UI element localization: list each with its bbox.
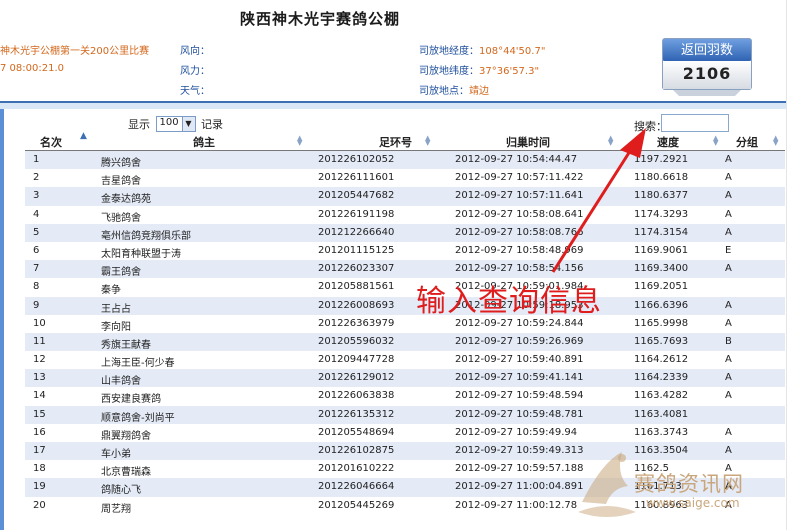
watermark-site-name: 赛鸽资讯网 [634, 472, 744, 496]
annotation-text: 输入查询信息 [416, 284, 602, 319]
watermark-url: www.saige.com [646, 496, 740, 510]
pigeon-logo-icon [578, 452, 636, 517]
annotation-arrow-line [551, 147, 634, 273]
annotation-arrow-head [620, 128, 646, 158]
site-watermark: 赛鸽资讯网 www.saige.com [572, 440, 786, 530]
